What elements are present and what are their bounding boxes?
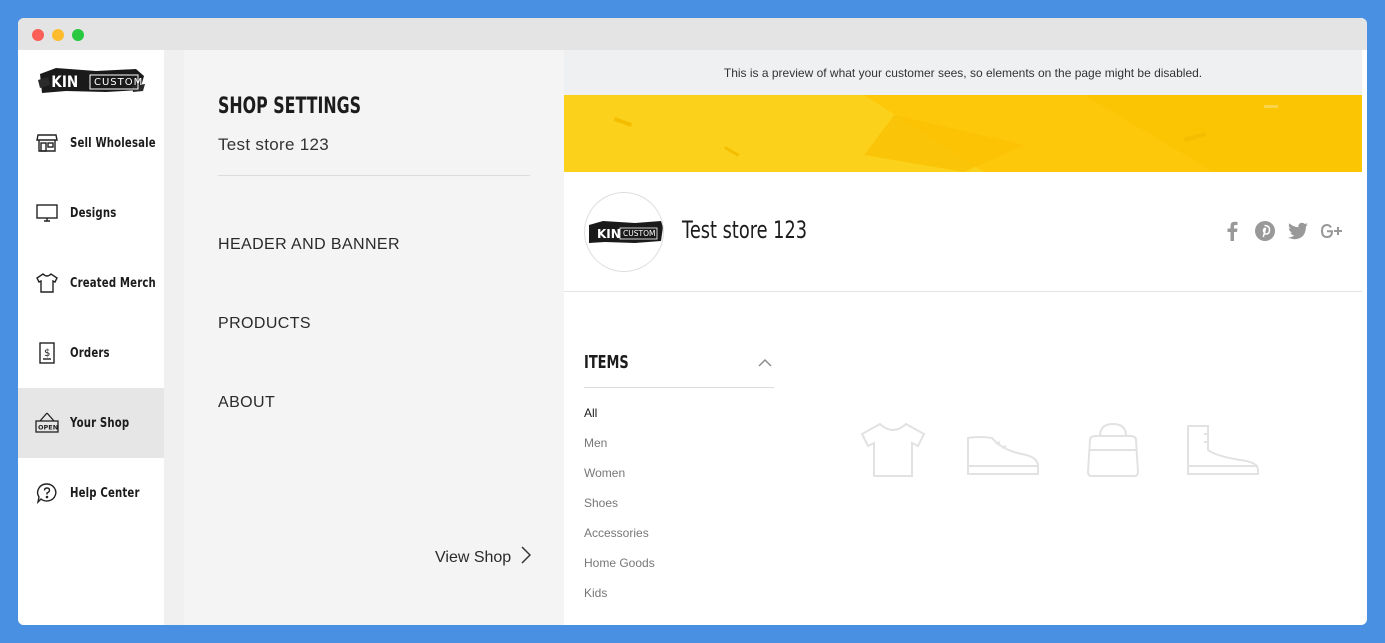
sidebar-item-label: Designs <box>70 205 117 221</box>
app-window: KIN CUSTOM Sell Wholesale Designs Create… <box>18 18 1367 625</box>
google-plus-icon[interactable] <box>1320 220 1342 242</box>
shop-settings-panel: SHOP SETTINGS Test store 123 HEADER AND … <box>184 50 564 625</box>
sidebar-item-label: Created Merch <box>70 275 156 291</box>
storefront-icon <box>35 131 59 155</box>
category-link[interactable]: Accessories <box>584 526 649 540</box>
svg-text:CUSTOM: CUSTOM <box>623 229 655 238</box>
sidebar-item-orders[interactable]: $ Orders <box>18 318 164 388</box>
category-link[interactable]: Men <box>584 436 607 450</box>
sidebar-item-designs[interactable]: Designs <box>18 178 164 248</box>
svg-text:CUSTOM: CUSTOM <box>94 77 143 88</box>
pinterest-icon[interactable] <box>1254 220 1276 242</box>
sidebar-item-sell-wholesale[interactable]: Sell Wholesale <box>18 108 164 178</box>
category-link[interactable]: Women <box>584 466 625 480</box>
menu-item-products[interactable]: PRODUCTS <box>218 315 311 333</box>
tshirt-icon <box>35 271 59 295</box>
store-title: Test store 123 <box>682 216 808 244</box>
title-bar <box>18 18 1367 50</box>
close-window-button[interactable] <box>32 29 44 41</box>
store-name: Test store 123 <box>218 135 329 154</box>
help-bubble-icon <box>35 481 59 505</box>
tshirt-icon <box>858 422 928 483</box>
view-shop-label: View Shop <box>435 548 512 566</box>
boot-icon <box>1186 422 1260 483</box>
category-link[interactable]: Kids <box>584 586 607 600</box>
sidebar-item-label: Help Center <box>70 485 140 501</box>
sidebar-nav: KIN CUSTOM Sell Wholesale Designs Create… <box>18 50 164 625</box>
sidebar-item-help-center[interactable]: Help Center <box>18 458 164 528</box>
twitter-icon[interactable] <box>1287 220 1309 242</box>
menu-item-header-and-banner[interactable]: HEADER AND BANNER <box>218 236 400 254</box>
page-title: SHOP SETTINGS <box>218 94 362 119</box>
chevron-right-icon <box>521 546 532 569</box>
receipt-icon: $ <box>35 341 59 365</box>
sidebar-item-label: Your Shop <box>70 415 130 431</box>
sneaker-icon <box>966 422 1040 483</box>
category-link[interactable]: Home Goods <box>584 556 655 570</box>
svg-text:KIN: KIN <box>51 73 78 91</box>
store-header: KIN CUSTOM Test store 123 <box>564 172 1362 292</box>
sidebar-item-your-shop[interactable]: OPEN Your Shop <box>18 388 164 458</box>
view-shop-link[interactable]: View Shop <box>435 546 532 569</box>
minimize-window-button[interactable] <box>52 29 64 41</box>
shop-preview: This is a preview of what your customer … <box>564 50 1362 625</box>
shop-banner <box>564 95 1362 172</box>
sidebar-item-label: Orders <box>70 345 110 361</box>
sidebar-divider <box>164 50 184 625</box>
svg-text:KIN: KIN <box>597 227 621 241</box>
facebook-icon[interactable] <box>1221 220 1243 242</box>
maximize-window-button[interactable] <box>72 29 84 41</box>
monitor-icon <box>35 201 59 225</box>
divider <box>584 387 774 388</box>
items-section-title: ITEMS <box>584 352 629 373</box>
category-link[interactable]: All <box>584 406 597 420</box>
open-sign-icon: OPEN <box>35 411 59 435</box>
svg-text:$: $ <box>44 348 50 359</box>
store-avatar: KIN CUSTOM <box>584 192 664 272</box>
bag-icon <box>1084 422 1142 483</box>
sidebar-item-label: Sell Wholesale <box>70 135 156 151</box>
kin-custom-logo[interactable]: KIN CUSTOM <box>36 60 146 100</box>
divider <box>218 175 530 176</box>
category-link[interactable]: Shoes <box>584 496 618 510</box>
sidebar-item-created-merch[interactable]: Created Merch <box>18 248 164 318</box>
preview-notice: This is a preview of what your customer … <box>564 50 1362 95</box>
chevron-up-icon[interactable] <box>758 355 772 373</box>
menu-item-about[interactable]: ABOUT <box>218 394 275 412</box>
svg-text:OPEN: OPEN <box>38 424 58 432</box>
